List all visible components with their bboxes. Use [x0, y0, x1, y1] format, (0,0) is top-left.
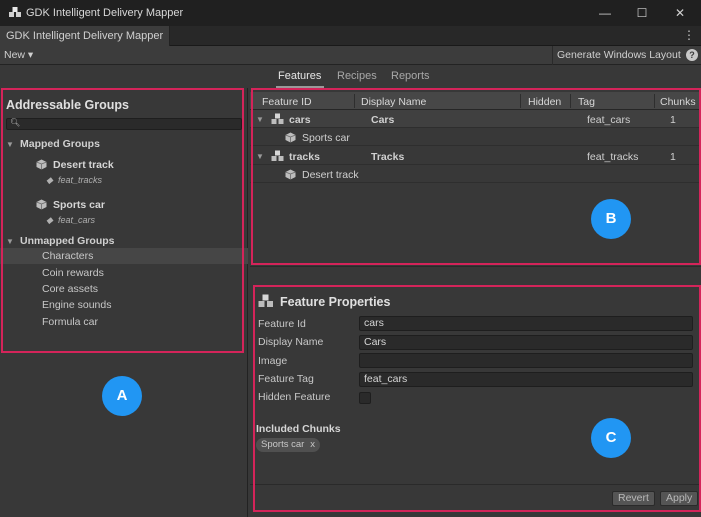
- more-options-icon[interactable]: ⋮: [683, 28, 695, 42]
- panel-divider: [250, 266, 701, 267]
- annotation-badge-b: B: [591, 199, 631, 239]
- annotation-box-a: [1, 88, 244, 353]
- new-dropdown-button[interactable]: New ▾: [4, 49, 33, 61]
- editor-tab[interactable]: GDK Intelligent Delivery Mapper: [0, 26, 171, 46]
- tab-reports[interactable]: Reports: [391, 70, 430, 82]
- help-icon[interactable]: ?: [686, 49, 698, 61]
- close-button[interactable]: ✕: [661, 0, 699, 26]
- maximize-button[interactable]: ☐: [623, 0, 661, 26]
- tab-features[interactable]: Features: [278, 70, 321, 82]
- window-title: GDK Intelligent Delivery Mapper: [26, 7, 184, 19]
- tab-recipes[interactable]: Recipes: [337, 70, 377, 82]
- generate-windows-layout-button[interactable]: Generate Windows Layout: [552, 46, 682, 65]
- app-cubes-icon: [9, 7, 21, 17]
- editor-tab-strip: GDK Intelligent Delivery Mapper ⋮: [0, 26, 701, 46]
- annotation-box-c: [253, 285, 701, 512]
- annotation-badge-a: A: [102, 376, 142, 416]
- toolbar: New ▾ Generate Windows Layout ?: [0, 46, 701, 65]
- annotation-badge-c: C: [591, 418, 631, 458]
- annotation-box-b: [251, 88, 701, 265]
- minimize-button[interactable]: —: [586, 0, 624, 26]
- title-bar: GDK Intelligent Delivery Mapper — ☐ ✕: [0, 0, 701, 26]
